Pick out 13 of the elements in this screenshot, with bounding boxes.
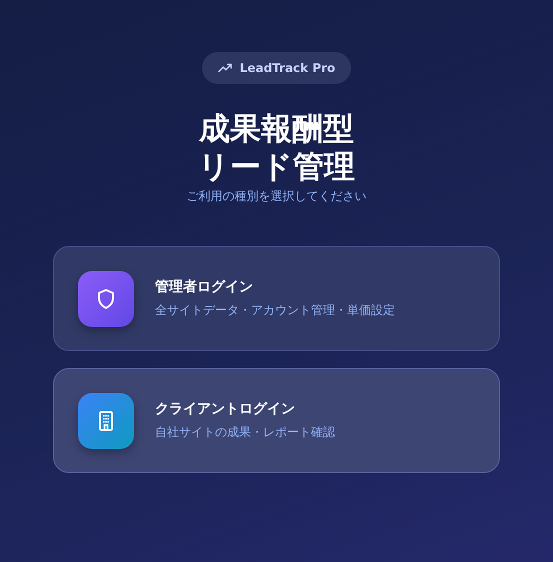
building-icon (78, 392, 134, 448)
option-description: 全サイトデータ・アカウント管理・単価設定 (155, 302, 395, 319)
app-name: LeadTrack Pro (240, 61, 336, 75)
shield-icon (78, 270, 134, 326)
option-title: 管理者ログイン (155, 278, 254, 296)
page-title: 成果報酬型 (199, 110, 354, 148)
login-option-card[interactable]: 管理者ログイン 全サイトデータ・アカウント管理・単価設定 (53, 246, 500, 351)
option-title: クライアントログイン (155, 400, 296, 418)
option-description: 自社サイトの成果・レポート確認 (155, 424, 335, 441)
trend-icon (218, 61, 232, 75)
page-title: リード管理 (198, 148, 355, 186)
login-option-card[interactable]: クライアントログイン 自社サイトの成果・レポート確認 (53, 368, 500, 473)
subtitle: ご利用の種別を選択してください (186, 188, 366, 205)
